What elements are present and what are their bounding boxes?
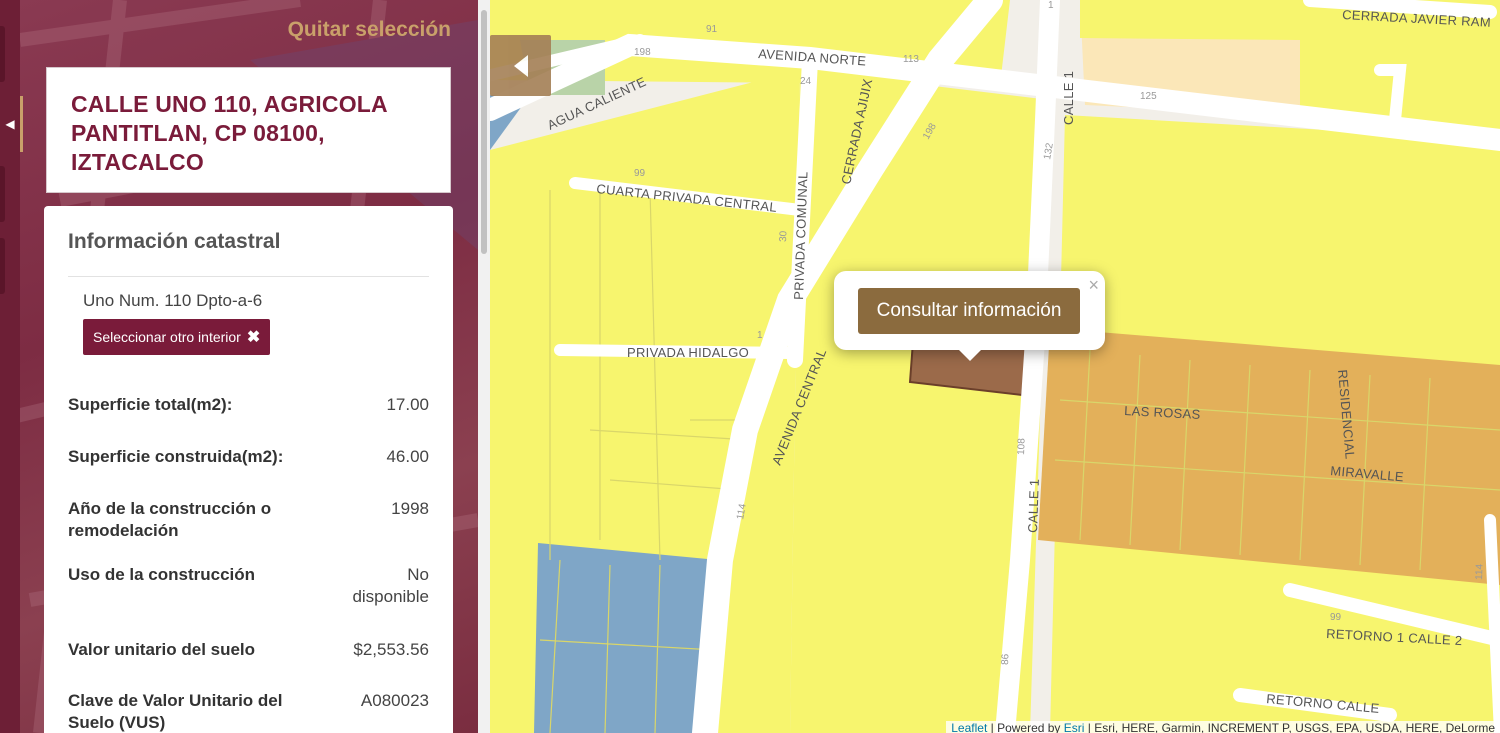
attribution-text: | Esri, HERE, Garmin, INCREMENT P, USGS,…	[1084, 721, 1495, 733]
scrollbar-thumb[interactable]	[481, 10, 487, 254]
select-other-label: Seleccionar otro interior	[93, 329, 241, 345]
info-title: Información catastral	[68, 230, 281, 253]
caret-left-icon	[513, 54, 528, 77]
street-label: PRIVADA HIDALGO	[627, 345, 749, 360]
street-label: CALLE 1	[1061, 71, 1076, 125]
house-number: 113	[903, 54, 919, 65]
house-number: 198	[634, 47, 651, 58]
house-number: 30	[778, 230, 789, 242]
side-panel: ◀ Quitar selección CALLE UNO 110, AGRICO…	[0, 0, 478, 733]
consult-information-button[interactable]: Consultar información	[858, 288, 1080, 334]
info-row: Valor unitario del suelo $2,553.56	[68, 639, 429, 661]
info-label: Superficie total(m2):	[68, 395, 233, 414]
house-number: 1	[757, 330, 763, 341]
attribution-text: | Powered by	[987, 721, 1064, 733]
house-number: 86	[1000, 653, 1011, 665]
info-row: Año de la construcción o remodelación 19…	[68, 498, 429, 542]
esri-link[interactable]: Esri	[1064, 721, 1085, 733]
house-number: 24	[800, 76, 812, 87]
rail-tab[interactable]	[0, 26, 5, 82]
unit-line: Uno Num. 110 Dpto-a-6	[83, 291, 263, 310]
map-layer: AVENIDA NORTE AGUA CALIENTE CUARTA PRIVA…	[490, 0, 1500, 733]
info-row: Clave de Valor Unitario del Suelo (VUS) …	[68, 690, 429, 733]
info-value: 17.00	[386, 395, 429, 414]
info-label: Superficie construida(m2):	[68, 447, 284, 466]
collapse-panel-button[interactable]	[490, 35, 551, 96]
info-value: A080023	[360, 691, 429, 710]
map-popup: × Consultar información	[834, 271, 1105, 361]
info-label: Año de la construcción o remodelación	[68, 499, 272, 540]
house-number: 91	[706, 24, 718, 35]
rail-tab[interactable]	[0, 238, 5, 294]
map-attribution: Leaflet | Powered by Esri | Esri, HERE, …	[946, 721, 1500, 733]
leaflet-link[interactable]: Leaflet	[951, 721, 987, 733]
house-number: 1	[1048, 0, 1054, 11]
address-title: CALLE UNO 110, AGRICOLA PANTITLAN, CP 08…	[71, 91, 387, 175]
close-icon[interactable]: ×	[1088, 275, 1099, 296]
info-row: Uso de la construcción No disponible	[68, 564, 429, 608]
house-number: 114	[1474, 563, 1486, 580]
info-label: Clave de Valor Unitario del Suelo (VUS)	[68, 691, 283, 732]
house-number: 99	[634, 168, 646, 179]
close-icon: ✖	[246, 329, 261, 346]
cadastral-info-card: Información catastral Uno Num. 110 Dpto-…	[44, 206, 453, 733]
info-value: 46.00	[386, 447, 429, 466]
house-number: 108	[1016, 438, 1028, 455]
info-label: Uso de la construcción	[68, 565, 256, 584]
info-value: No disponible	[352, 565, 429, 606]
rail-tab-active[interactable]: ◀	[0, 96, 23, 152]
house-number: 125	[1140, 91, 1157, 102]
address-card: CALLE UNO 110, AGRICOLA PANTITLAN, CP 08…	[46, 67, 451, 193]
rail-tab[interactable]	[0, 166, 5, 222]
info-value: 1998	[391, 499, 429, 518]
caret-left-icon: ◀	[5, 117, 15, 131]
zone-yellow	[1080, 0, 1300, 40]
clear-selection-link[interactable]: Quitar selección	[288, 18, 451, 42]
house-number: 99	[1330, 612, 1342, 623]
panel-scrollbar[interactable]	[478, 0, 490, 733]
divider	[68, 276, 429, 277]
map-canvas[interactable]: AVENIDA NORTE AGUA CALIENTE CUARTA PRIVA…	[490, 0, 1500, 733]
house-number: 132	[1042, 142, 1056, 161]
zone-orange	[1038, 328, 1500, 585]
info-label: Valor unitario del suelo	[68, 640, 256, 659]
street-label: CALLE 1	[1025, 478, 1042, 533]
info-row: Superficie construida(m2): 46.00	[68, 446, 429, 468]
info-row: Superficie total(m2): 17.00	[68, 394, 429, 416]
zone-blue	[534, 543, 718, 733]
select-other-interior-button[interactable]: Seleccionar otro interior ✖	[83, 319, 271, 355]
info-value: $2,553.56	[353, 640, 429, 659]
